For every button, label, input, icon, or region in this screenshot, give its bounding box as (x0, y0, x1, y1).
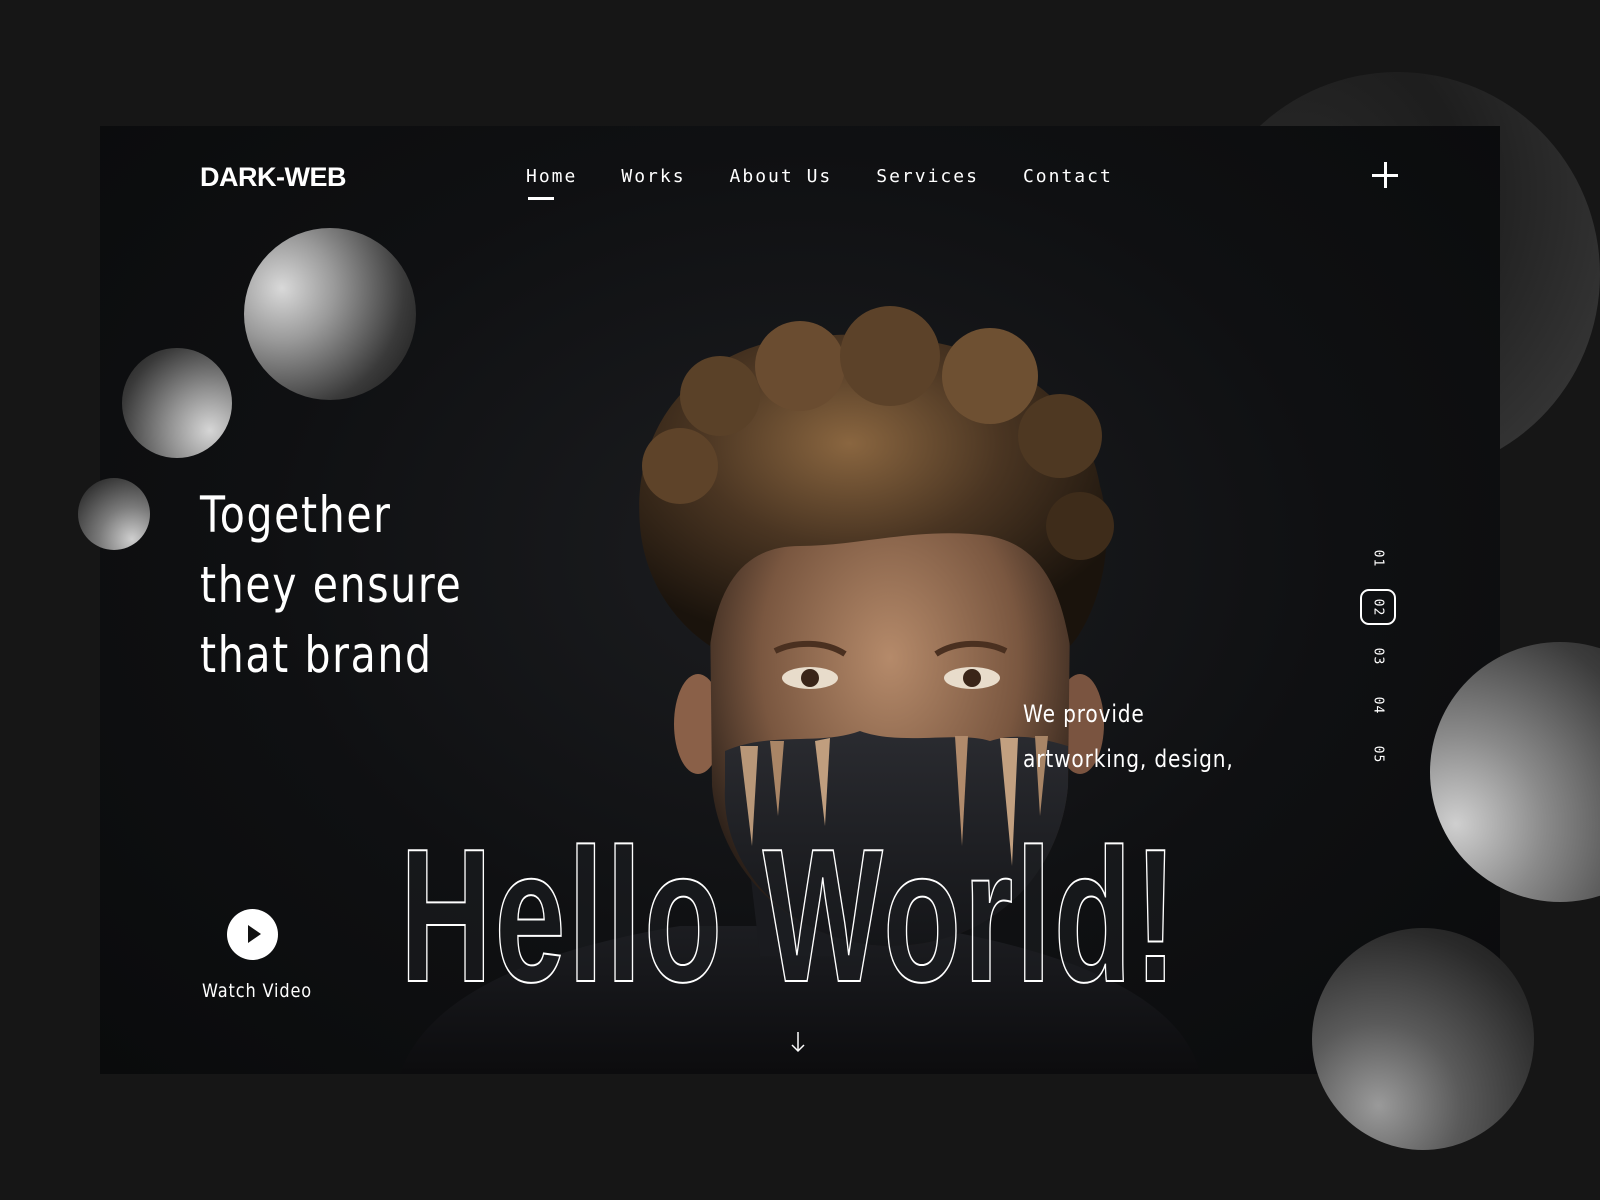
main-nav: Home Works About Us Services Contact (526, 166, 1157, 200)
headline-line: Together (200, 486, 392, 544)
nav-item-contact[interactable]: Contact (1023, 166, 1113, 187)
subtext-line: We provide (1023, 700, 1145, 728)
pager-item-05[interactable]: 05 (1360, 736, 1396, 772)
headline-line: they ensure (200, 556, 463, 614)
pager-item-04[interactable]: 04 (1360, 687, 1396, 723)
hero-subtext: We provide artworking, design, (1023, 692, 1234, 782)
slide-pager: 01 02 03 04 05 (1360, 540, 1400, 785)
nav-item-about-us[interactable]: About Us (730, 166, 833, 187)
plus-icon[interactable] (1370, 160, 1400, 190)
page: DARK-WEB Home Works About Us Services Co… (0, 0, 1600, 1200)
play-icon[interactable] (227, 909, 278, 960)
subtext-line: artworking, design, (1023, 745, 1234, 773)
pager-item-03[interactable]: 03 (1360, 638, 1396, 674)
nav-item-works[interactable]: Works (621, 166, 685, 187)
headline-line: that brand (200, 626, 433, 684)
arrow-down-icon[interactable] (790, 1030, 806, 1054)
hero-headline: Together they ensure that brand (200, 480, 462, 690)
decorative-sphere (244, 228, 416, 400)
pager-item-01[interactable]: 01 (1360, 540, 1396, 576)
pager-item-02[interactable]: 02 (1360, 589, 1396, 625)
nav-item-services[interactable]: Services (876, 166, 979, 187)
decorative-sphere (122, 348, 232, 458)
site-logo[interactable]: DARK-WEB (200, 162, 346, 193)
nav-item-home[interactable]: Home (526, 166, 577, 200)
watch-video-link[interactable]: Watch Video (202, 980, 312, 1002)
hero-big-title: Hello World! (399, 810, 1180, 1022)
decorative-sphere (78, 478, 150, 550)
decorative-sphere (1312, 928, 1534, 1150)
